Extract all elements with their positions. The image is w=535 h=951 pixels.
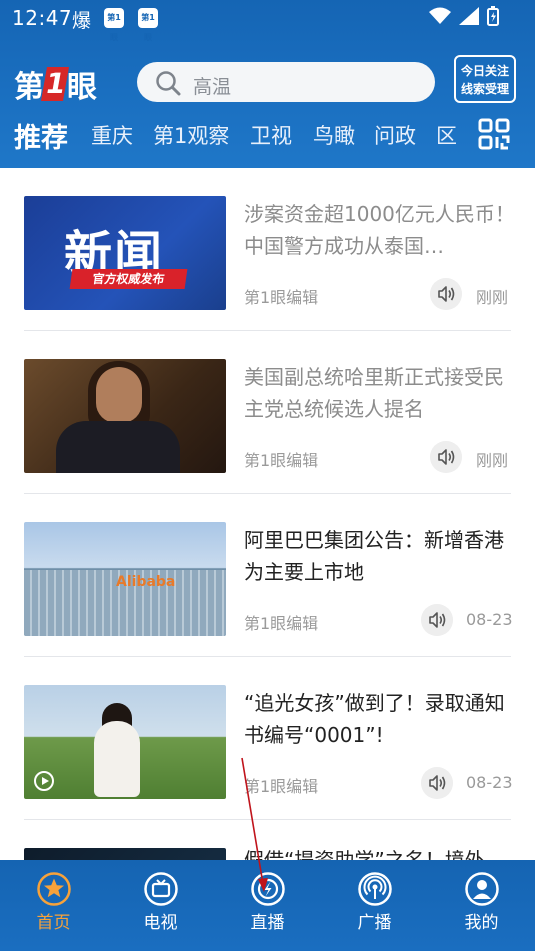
tab-chongqing[interactable]: 重庆 bbox=[91, 120, 133, 150]
live-icon bbox=[251, 872, 285, 906]
profile-icon bbox=[465, 872, 499, 906]
news-title: “追光女孩”做到了！录取通知书编号“0001”! bbox=[244, 691, 505, 747]
news-list: 新闻 官方权威发布 涉案资金超1000亿元人民币！中国警方成功从泰国… 第1眼编… bbox=[0, 168, 535, 860]
news-time: 刚刚 bbox=[476, 288, 509, 307]
status-app-badge: 第1眼 bbox=[138, 8, 158, 42]
news-time: 08-23 bbox=[466, 610, 513, 629]
logo-part2: 眼 bbox=[67, 70, 97, 105]
news-thumbnail: Alibaba bbox=[24, 522, 226, 636]
news-item[interactable]: 假借“提资助学”之名！境外 bbox=[0, 820, 535, 860]
status-bar: 12:47 爆 第1眼 第1眼 bbox=[0, 0, 535, 42]
thumb-badge: 官方权威发布 bbox=[69, 269, 188, 289]
news-item[interactable]: Alibaba 阿里巴巴集团公告：新增香港为主要上市地 第1眼编辑 08-23 bbox=[0, 494, 535, 657]
logo-part1: 第 bbox=[14, 70, 44, 105]
star-icon bbox=[37, 872, 71, 906]
news-thumbnail bbox=[24, 848, 226, 860]
qr-scan-icon[interactable] bbox=[478, 118, 510, 150]
status-time: 12:47 bbox=[12, 6, 73, 30]
status-right bbox=[429, 6, 499, 26]
news-title: 阿里巴巴集团公告：新增香港为主要上市地 bbox=[244, 528, 504, 584]
logo-one: 1 bbox=[41, 67, 69, 101]
wifi-icon bbox=[429, 7, 451, 24]
news-thumbnail bbox=[24, 359, 226, 473]
speaker-icon[interactable] bbox=[430, 441, 462, 473]
tab-first-observe[interactable]: 第1观察 bbox=[153, 120, 229, 150]
clue-line2: 线索受理 bbox=[460, 82, 509, 96]
speaker-icon[interactable] bbox=[421, 767, 453, 799]
nav-tv[interactable]: 电视 bbox=[107, 860, 214, 940]
app-logo: 第 1 眼 bbox=[14, 64, 126, 105]
nav-label: 首页 bbox=[36, 913, 71, 933]
news-source: 第1眼编辑 bbox=[244, 451, 319, 470]
news-item[interactable]: 新闻 官方权威发布 涉案资金超1000亿元人民币！中国警方成功从泰国… 第1眼编… bbox=[0, 168, 535, 331]
search-icon bbox=[156, 71, 181, 96]
news-item[interactable]: “追光女孩”做到了！录取通知书编号“0001”! 第1眼编辑 08-23 bbox=[0, 657, 535, 820]
status-app-badge: 第1眼 bbox=[104, 8, 124, 42]
news-title: 美国副总统哈里斯正式接受民主党总统候选人提名 bbox=[244, 365, 504, 421]
nav-label: 广播 bbox=[357, 913, 392, 933]
news-thumbnail bbox=[24, 685, 226, 799]
tab-birdseye[interactable]: 鸟瞰 bbox=[313, 120, 355, 150]
broadcast-icon bbox=[358, 872, 392, 906]
tab-district[interactable]: 区 bbox=[436, 120, 457, 150]
news-item[interactable]: 美国副总统哈里斯正式接受民主党总统候选人提名 第1眼编辑 刚刚 bbox=[0, 331, 535, 494]
search-input[interactable]: 高温 bbox=[193, 72, 231, 99]
bottom-nav: 首页 电视 直播 广播 我的 bbox=[0, 860, 535, 951]
speaker-icon[interactable] bbox=[421, 604, 453, 636]
speaker-icon[interactable] bbox=[430, 278, 462, 310]
nav-label: 直播 bbox=[250, 913, 285, 933]
news-time: 08-23 bbox=[466, 773, 513, 792]
news-title: 涉案资金超1000亿元人民币！中国警方成功从泰国… bbox=[244, 202, 515, 258]
app-header: 12:47 爆 第1眼 第1眼 第 1 眼 高温 今日关注 线索受理 推荐 重庆… bbox=[0, 0, 535, 168]
news-source: 第1眼编辑 bbox=[244, 288, 319, 307]
nav-profile[interactable]: 我的 bbox=[428, 860, 535, 940]
nav-live[interactable]: 直播 bbox=[214, 860, 321, 940]
tv-icon bbox=[144, 872, 178, 906]
status-extra-glyph: 爆 bbox=[72, 10, 92, 32]
news-source: 第1眼编辑 bbox=[244, 777, 319, 796]
clue-line1: 今日关注 bbox=[460, 64, 509, 78]
nav-label: 电视 bbox=[143, 913, 178, 933]
search-bar[interactable]: 高温 bbox=[137, 62, 435, 102]
news-time: 刚刚 bbox=[476, 451, 509, 470]
clue-report-button[interactable]: 今日关注 线索受理 bbox=[454, 55, 516, 103]
news-thumbnail: 新闻 官方权威发布 bbox=[24, 196, 226, 310]
thumb-logo-text: Alibaba bbox=[116, 574, 176, 590]
play-icon[interactable] bbox=[34, 771, 54, 791]
nav-label: 我的 bbox=[464, 913, 499, 933]
tab-satellite-tv[interactable]: 卫视 bbox=[250, 120, 292, 150]
news-source: 第1眼编辑 bbox=[244, 614, 319, 633]
signal-icon bbox=[459, 7, 479, 25]
nav-home[interactable]: 首页 bbox=[0, 860, 107, 940]
nav-broadcast[interactable]: 广播 bbox=[321, 860, 428, 940]
tab-wenzheng[interactable]: 问政 bbox=[374, 120, 416, 150]
news-title: 假借“提资助学”之名！境外 bbox=[244, 848, 485, 860]
battery-icon bbox=[487, 6, 499, 26]
tab-recommend[interactable]: 推荐 bbox=[14, 116, 68, 155]
channel-tabs: 推荐 重庆 第1观察 卫视 鸟瞰 问政 区 bbox=[0, 112, 470, 160]
